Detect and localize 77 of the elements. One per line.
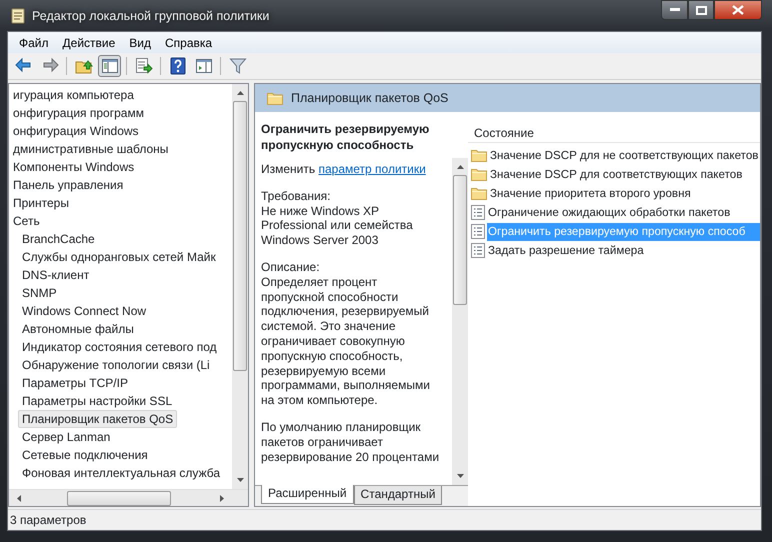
tree-item[interactable]: Сервер Lanman (18, 428, 114, 446)
tree-item[interactable]: Панель управления (9, 176, 128, 194)
scroll-left-icon (17, 494, 21, 502)
tree-item[interactable]: дминистративные шаблоны (9, 140, 172, 158)
tree-item[interactable]: DNS-клиент (18, 266, 94, 284)
panes-icon (100, 57, 118, 75)
status-text: 3 параметров (10, 512, 86, 529)
list-item[interactable]: Значение DSCP для соответствующих пакетов (489, 166, 760, 184)
setting-icon (471, 224, 485, 239)
setting-icon (471, 243, 485, 258)
close-icon (732, 5, 744, 15)
list-item[interactable]: Ограничение ожидающих обработки пакетов (487, 204, 760, 222)
back-arrow-icon (14, 57, 32, 75)
tree-item[interactable]: Параметры настройки SSL (18, 392, 176, 410)
tree-item[interactable]: Обнаружение топологии связи (Li (18, 356, 214, 374)
description-paragraph: Требования: Не ниже Windows XP Professional или семейства Windows Server 2003 (261, 188, 414, 248)
tree-item[interactable]: Сетевые подключения (18, 446, 152, 464)
minimize-icon (670, 8, 680, 12)
close-button[interactable] (714, 0, 762, 20)
list-item[interactable]: Значение DSCP для не соответствующих пакетов (489, 146, 760, 164)
toolbar-button[interactable] (98, 55, 121, 77)
scroll-down-icon (236, 478, 244, 482)
menu-item[interactable]: Справка (158, 32, 220, 54)
tab[interactable]: Расширенный (261, 485, 354, 504)
menu-item[interactable]: Файл (12, 32, 56, 54)
tree-item[interactable]: Службы одноранговых сетей Майк (18, 248, 220, 266)
tree-item[interactable]: BranchCache (18, 230, 99, 248)
forward-arrow-icon (40, 57, 58, 75)
folder-icon (471, 149, 487, 162)
pane-header-title: Планировщик пакетов QoS (291, 90, 448, 107)
minimize-button[interactable] (661, 0, 688, 20)
description-paragraph: Описание: Определяет процент пропускной способности подключения, резервируемый системой. Это значение ограничивает совокупную пропускную способность, резервируемую всеми программами, выполняемыми на этом компьютере. (261, 260, 431, 408)
edit-label: Изменить (261, 162, 316, 176)
menu-item[interactable]: Действие (56, 32, 122, 54)
tab[interactable]: Стандартный (354, 486, 442, 505)
tree-item[interactable]: Параметры TCP/IP (18, 374, 132, 392)
folder-icon (471, 168, 487, 181)
vertical-scrollbar[interactable] (452, 158, 468, 485)
tree-item[interactable]: онфигурация Windows (9, 122, 143, 140)
scroll-up-icon (236, 91, 244, 95)
tree-item[interactable]: Принтеры (9, 194, 73, 212)
tree-item[interactable]: игурация компьютера (9, 86, 138, 104)
pane-icon (194, 57, 212, 75)
help-icon (168, 57, 186, 75)
list-item[interactable]: Задать разрешение таймера (487, 242, 760, 260)
scroll-up-icon (456, 165, 464, 169)
description-paragraph: По умолчанию планировщик пакетов ограничивает резервирование 20 процентами (261, 420, 440, 464)
menu-item[interactable]: Вид (122, 32, 158, 54)
tree-item[interactable]: Планировщик пакетов QoS (18, 410, 178, 428)
tree-item[interactable]: Windows Connect Now (18, 302, 150, 320)
folder-icon (267, 92, 283, 105)
policy-link[interactable]: параметр политики (318, 162, 426, 176)
list-item[interactable]: Значение приоритета второго уровня (489, 184, 760, 202)
scrollbar-thumb[interactable] (453, 175, 467, 305)
tree-item[interactable]: онфигурация программ (9, 104, 148, 122)
setting-title: Ограничить резервируемую пропускную способность (260, 121, 430, 154)
maximize-button[interactable] (688, 0, 714, 20)
window-icon (10, 8, 26, 24)
tree-item[interactable]: Автономные файлы (18, 320, 138, 338)
tree-item[interactable]: Индикатор состояния сетевого под (18, 338, 221, 356)
scroll-right-icon (220, 494, 224, 502)
window-title: Редактор локальной групповой политики (32, 8, 270, 25)
scrollbar-thumb[interactable] (67, 490, 171, 506)
folder-icon (471, 187, 487, 200)
vertical-scrollbar[interactable] (232, 84, 248, 489)
column-header[interactable]: Состояние (468, 123, 760, 143)
setting-icon (471, 205, 485, 220)
scrollbar-thumb[interactable] (233, 101, 247, 371)
horizontal-scrollbar[interactable] (9, 489, 248, 506)
scroll-down-icon (456, 474, 464, 478)
tree-item[interactable]: Фоновая интеллектуальная служба (18, 464, 224, 482)
export-list-icon (134, 57, 152, 75)
filter-icon (228, 57, 246, 75)
maximize-icon (696, 6, 706, 14)
tree-item[interactable]: Сеть (9, 212, 44, 230)
tree-item[interactable]: SNMP (18, 284, 61, 302)
tree-item[interactable]: Компоненты Windows (9, 158, 138, 176)
